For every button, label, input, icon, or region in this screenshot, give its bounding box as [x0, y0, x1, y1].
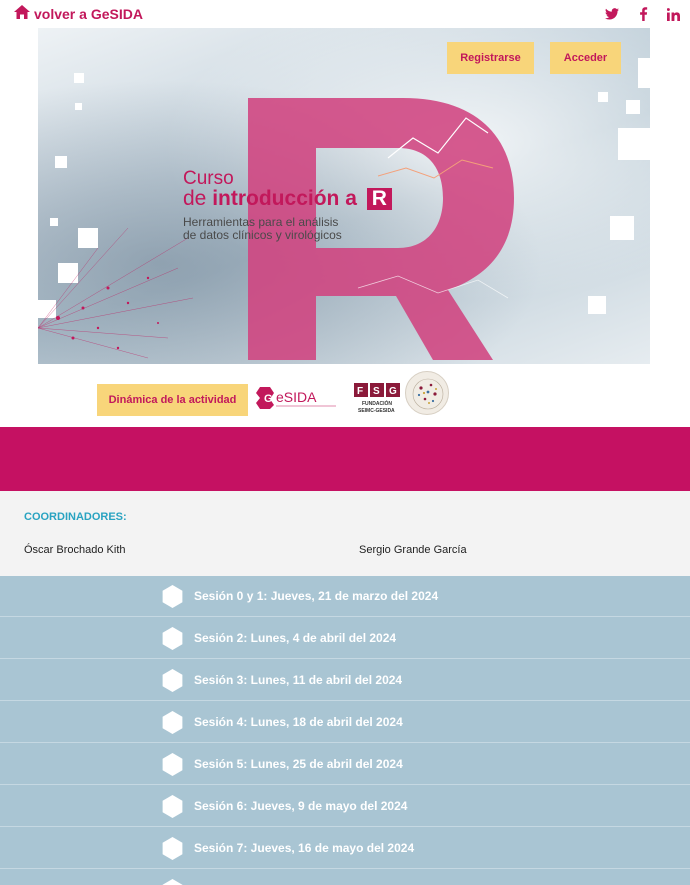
session-item[interactable]: Sesión 4: Lunes, 18 de abril del 2024	[0, 702, 690, 743]
session-label: Sesión 0 y 1: Jueves, 21 de marzo del 20…	[194, 589, 439, 603]
course-subtitle: Herramientas para el análisis de datos c…	[183, 215, 342, 242]
course-title-line2: de introducción a R	[183, 188, 392, 210]
course-banner: Registrarse Acceder Curso de introducció…	[38, 28, 650, 364]
session-label: Sesión 4: Lunes, 18 de abril del 2024	[194, 715, 403, 729]
svg-text:S: S	[373, 386, 380, 397]
session-item[interactable]: Sesión 7: Jueves, 16 de mayo del 2024	[0, 828, 690, 869]
session-item[interactable]: Sesión 2: Lunes, 4 de abril del 2024	[0, 618, 690, 659]
session-item[interactable]: Sesión 6: Jueves, 9 de mayo del 2024	[0, 786, 690, 827]
session-label: Sesión 6: Jueves, 9 de mayo del 2024	[194, 799, 408, 813]
decor-square	[74, 73, 84, 83]
circular-seal-logo	[405, 371, 449, 415]
hexagon-icon	[162, 879, 183, 885]
linkedin-icon[interactable]	[665, 6, 681, 22]
back-to-gesida-link[interactable]: volver a GeSIDA	[14, 5, 143, 22]
session-label: Sesión 7: Jueves, 16 de mayo del 2024	[194, 841, 415, 855]
decor-square	[588, 296, 606, 314]
decor-square	[626, 100, 640, 114]
decor-square	[75, 103, 82, 110]
hexagon-icon	[162, 753, 183, 776]
decor-square	[618, 128, 650, 160]
sessions-list: Sesión 0 y 1: Jueves, 21 de marzo del 20…	[0, 576, 690, 885]
home-icon	[14, 5, 30, 22]
session-label: Sesión 5: Lunes, 25 de abril del 2024	[194, 757, 403, 771]
hexagon-icon	[162, 711, 183, 734]
session-item[interactable]: Sesión 3: Lunes, 11 de abril del 2024	[0, 660, 690, 701]
svg-text:eSIDA: eSIDA	[276, 389, 317, 405]
decor-square	[598, 92, 608, 102]
decor-square	[55, 156, 67, 168]
hexagon-icon	[162, 837, 183, 860]
hexagon-icon	[162, 585, 183, 608]
coordinators-section: COORDINADORES: Óscar Brochado Kith Sergi…	[0, 491, 690, 576]
session-label: Sesión 2: Lunes, 4 de abril del 2024	[194, 631, 397, 645]
login-button[interactable]: Acceder	[550, 42, 621, 74]
session-label: Sesión 3: Lunes, 11 de abril del 2024	[194, 673, 403, 687]
decor-square	[50, 218, 58, 226]
decor-square	[610, 216, 634, 240]
decor-square	[638, 58, 650, 88]
session-item[interactable]	[0, 870, 690, 885]
svg-text:G: G	[389, 386, 397, 397]
top-bar: volver a GeSIDA	[0, 0, 690, 28]
back-link-label: volver a GeSIDA	[34, 5, 143, 22]
coordinators-title: COORDINADORES:	[24, 511, 127, 523]
twitter-icon[interactable]	[604, 6, 620, 22]
pink-separator-band	[0, 427, 690, 491]
svg-text:F: F	[357, 386, 363, 397]
svg-text:G: G	[264, 393, 273, 405]
session-item[interactable]: Sesión 5: Lunes, 25 de abril del 2024	[0, 744, 690, 785]
svg-text:FUNDACIÓN: FUNDACIÓN	[362, 399, 392, 407]
activity-dynamics-button[interactable]: Dinámica de la actividad	[97, 384, 248, 416]
gesida-logo: G eSIDA	[256, 385, 338, 411]
hexagon-icon	[162, 669, 183, 692]
coordinator-name: Óscar Brochado Kith	[24, 544, 126, 556]
coordinator-name: Sergio Grande García	[359, 544, 467, 556]
register-button[interactable]: Registrarse	[447, 42, 534, 74]
r-letter-badge: R	[366, 188, 392, 210]
hexagon-icon	[162, 627, 183, 650]
facebook-icon[interactable]	[635, 6, 651, 22]
fsg-foundation-logo: F S G FUNDACIÓN SEIMC-GESIDA	[354, 381, 404, 415]
hexagon-icon	[162, 795, 183, 818]
session-item[interactable]: Sesión 0 y 1: Jueves, 21 de marzo del 20…	[0, 576, 690, 617]
data-burst-graphic	[38, 228, 194, 359]
svg-text:SEIMC-GESIDA: SEIMC-GESIDA	[358, 408, 395, 414]
course-title-line1: Curso	[183, 168, 234, 189]
